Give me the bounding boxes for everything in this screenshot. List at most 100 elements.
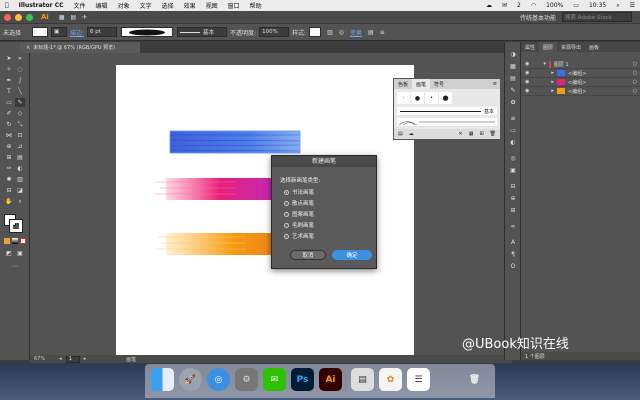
libraries-icon[interactable]: ☁ [409, 131, 414, 137]
wechat-menu-icon[interactable]: ✉ [497, 2, 512, 9]
shape-builder-tool-icon[interactable]: ⊕ [4, 142, 14, 151]
pattern-brush-row[interactable] [397, 118, 497, 126]
visibility-eye-icon[interactable]: ◉ [525, 79, 529, 85]
variable-width-profile[interactable]: 基本 [177, 27, 228, 37]
clock[interactable]: 10:35 [584, 2, 611, 9]
cloud-icon[interactable]: ☁ [481, 2, 497, 9]
target-icon[interactable]: ○ [633, 88, 637, 94]
tab-brushes[interactable]: 画笔 [412, 79, 431, 89]
line-tool-icon[interactable]: ╲ [15, 87, 25, 96]
pen-tool-icon[interactable]: ✒ [4, 76, 14, 85]
layer-row[interactable]: ◉ ▾ 图层 1 ○ [521, 60, 640, 69]
shaper-tool-icon[interactable]: ✐ [4, 109, 14, 118]
close-window-button[interactable] [4, 13, 11, 21]
panel-menu-icon[interactable]: ≡ [380, 29, 385, 36]
tab-layers[interactable]: 图层 [539, 42, 558, 52]
layer-name[interactable]: <编组> [568, 88, 586, 95]
eyedropper-tool-icon[interactable]: ✑ [4, 164, 14, 173]
finder-icon[interactable] [151, 368, 174, 391]
perspective-grid-tool-icon[interactable]: ⊿ [15, 142, 25, 151]
gradient-panel-icon[interactable]: ▭ [508, 126, 518, 135]
rectangle-tool-icon[interactable]: ▭ [4, 98, 14, 107]
ok-button[interactable]: 确定 [332, 250, 372, 260]
workspace-switcher[interactable]: 传统基本功能 [520, 13, 556, 22]
expand-chevron-icon[interactable]: ▸ [551, 88, 554, 94]
radio-dot[interactable] [284, 222, 289, 228]
brush-dot-medium[interactable]: ● [411, 92, 424, 104]
pathfinder-icon[interactable]: ⊕ [508, 194, 518, 203]
menu-type[interactable]: 文字 [135, 1, 157, 10]
brushes-icon[interactable]: ✎ [508, 86, 518, 95]
paragraph-icon[interactable]: ¶ [508, 250, 518, 259]
color-guide-icon[interactable]: ▦ [508, 62, 518, 71]
layer-row[interactable]: ◉ ▸ <编组> ○ [521, 87, 640, 96]
blend-tool-icon[interactable]: ◐ [15, 164, 25, 173]
lasso-tool-icon[interactable]: ◌ [15, 65, 25, 74]
graphic-styles-icon[interactable]: ▣ [508, 166, 518, 175]
stroke-color-swatch[interactable] [9, 219, 23, 233]
bridge-icon[interactable]: ▦ [59, 14, 65, 21]
opacity-input[interactable]: 100% [259, 27, 290, 37]
hand-tool-icon[interactable]: ✋ [4, 197, 14, 206]
align-panel-icon[interactable]: ⊟ [508, 182, 518, 191]
fill-swatch[interactable] [32, 27, 49, 37]
apple-icon[interactable]:  [0, 2, 14, 9]
graphic-style-swatch[interactable] [309, 27, 322, 37]
screen-mode-icon[interactable]: ▣ [15, 249, 25, 258]
free-transform-tool-icon[interactable]: ⊡ [15, 131, 25, 140]
character-icon[interactable]: A [508, 238, 518, 247]
spotlight-icon[interactable]: ⌕ [611, 2, 624, 10]
tab-asset-export[interactable]: 资源导出 [557, 42, 585, 52]
width-tool-icon[interactable]: ⋈ [4, 131, 14, 140]
options-icon[interactable]: ▦ [469, 131, 474, 137]
visibility-eye-icon[interactable]: ◉ [525, 88, 529, 94]
doc-setup-icon[interactable]: ▥ [327, 29, 333, 36]
remove-stroke-icon[interactable]: ✕ [459, 131, 463, 137]
eraser-tool-icon[interactable]: ◇ [15, 109, 25, 118]
brush-dot-small[interactable]: · [397, 92, 410, 104]
illustrator-icon[interactable]: Ai [319, 368, 342, 391]
appearance-icon[interactable]: ◎ [508, 154, 518, 163]
launchpad-icon[interactable]: 🚀 [179, 368, 202, 391]
radio-pattern[interactable]: 图案画笔 [284, 210, 314, 218]
transform-link[interactable]: 变换 [350, 28, 362, 37]
direct-selection-tool-icon[interactable]: ➢ [15, 54, 25, 63]
tab-properties[interactable]: 属性 [521, 42, 539, 52]
minimize-window-button[interactable] [15, 13, 22, 21]
cancel-button[interactable]: 取消 [290, 250, 326, 260]
menu-object[interactable]: 对象 [113, 1, 135, 10]
tab-swatches[interactable]: 色板 [394, 81, 412, 88]
prev-artboard-icon[interactable]: ◂ [59, 356, 62, 362]
gradient-button[interactable] [12, 238, 18, 244]
gradient-tool-icon[interactable]: ▤ [15, 153, 25, 162]
transparency-icon[interactable]: ◐ [508, 138, 518, 147]
layer-name[interactable]: 图层 1 [554, 61, 569, 68]
menu-window[interactable]: 窗口 [223, 1, 245, 10]
notification-center-icon[interactable]: ☰ [625, 2, 640, 9]
color-panel-icon[interactable]: ◑ [508, 50, 518, 59]
radio-scatter[interactable]: 散点画笔 [284, 199, 314, 207]
radio-bristle[interactable]: 毛刷画笔 [284, 221, 314, 229]
paintbrush-tool-icon[interactable]: ✎ [15, 98, 25, 107]
magic-wand-tool-icon[interactable]: ✧ [4, 65, 14, 74]
radio-dot[interactable] [284, 233, 289, 239]
stock-search-input[interactable]: 搜索 Adobe Stock [562, 12, 632, 22]
curvature-tool-icon[interactable]: ∫ [15, 76, 25, 85]
preview-icon[interactable]: ▤ [351, 368, 374, 391]
battery-icon[interactable]: ▭ [568, 2, 584, 9]
draw-mode-icon[interactable]: ◩ [4, 249, 14, 258]
target-icon[interactable]: ○ [633, 61, 637, 67]
symbols-icon[interactable]: ✿ [508, 98, 518, 107]
next-artboard-icon[interactable]: ▸ [84, 356, 87, 362]
tab-artboards[interactable]: 画板 [585, 42, 603, 52]
type-tool-icon[interactable]: T [4, 87, 14, 96]
zoom-tool-icon[interactable]: ⌕ [15, 197, 25, 206]
target-icon[interactable]: ○ [633, 70, 637, 76]
menu-select[interactable]: 选择 [157, 1, 179, 10]
document-tab[interactable]: × 未标题-1* @ 67% (RGB/GPU 预览) [20, 42, 140, 53]
system-preferences-icon[interactable]: ⚙ [235, 368, 258, 391]
artboard-number[interactable]: 1 [65, 355, 80, 363]
app-menu[interactable]: Illustrator CC [14, 2, 69, 9]
graph-tool-icon[interactable]: ▥ [15, 175, 25, 184]
stroke-label[interactable]: 描边: [70, 28, 84, 37]
